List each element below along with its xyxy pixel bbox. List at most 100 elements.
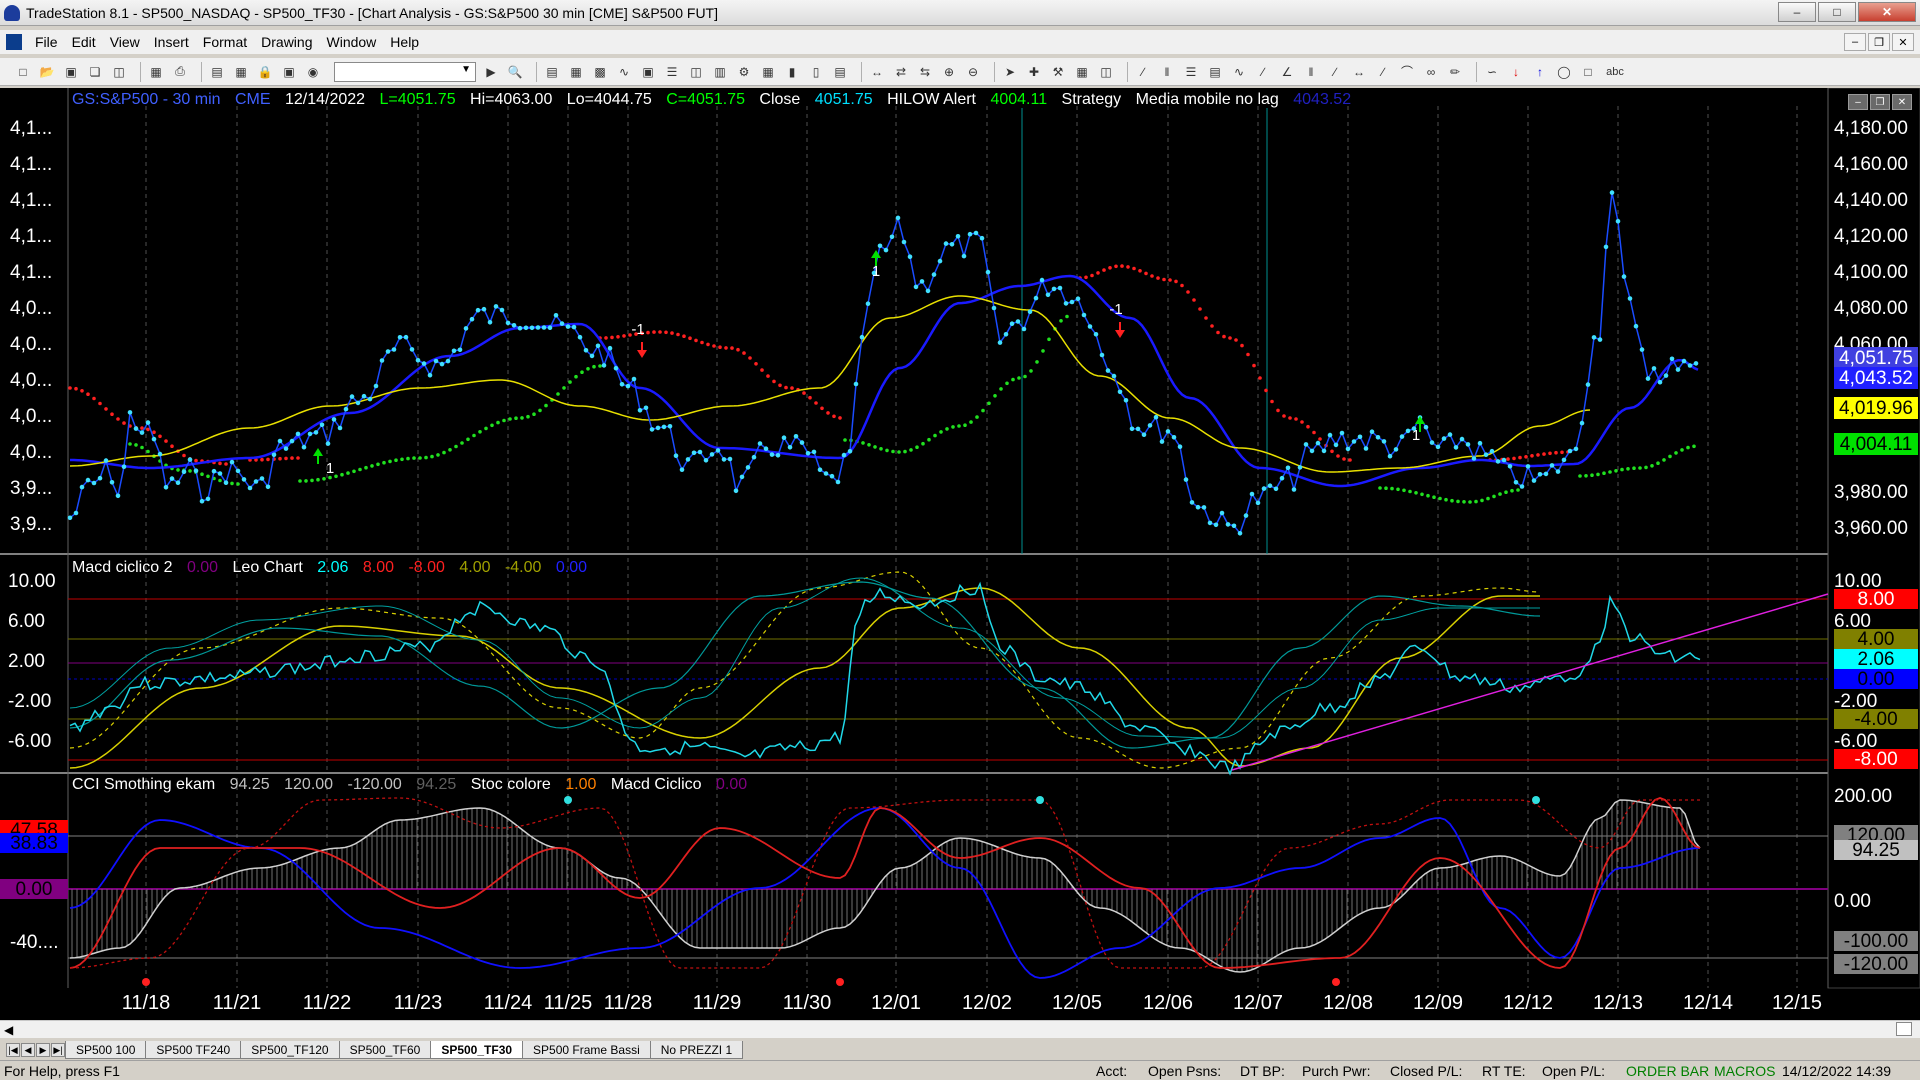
speed-lines-icon[interactable]: ∠: [1278, 63, 1296, 81]
chart-analysis-window[interactable]: 4,180.00 4,160.00 4,140.00 4,120.00 4,100.00…: [0, 88, 1920, 1020]
menu-view[interactable]: View: [103, 34, 147, 50]
open-workspace-icon[interactable]: ▣: [62, 63, 80, 81]
pointer-icon[interactable]: ➤: [1001, 63, 1019, 81]
horizontal-lines-icon[interactable]: ☰: [1182, 63, 1200, 81]
expand-bars-icon[interactable]: ⇆: [916, 63, 934, 81]
ellipse-icon[interactable]: ◯: [1555, 63, 1573, 81]
lock-icon[interactable]: 🔒: [256, 63, 274, 81]
mdi-minimize-button[interactable]: –: [1844, 33, 1866, 51]
sar-dot-green: [1029, 369, 1033, 373]
price-bar-dot: [1561, 457, 1567, 463]
arrow-up-blue-icon[interactable]: ↑: [1531, 63, 1549, 81]
vertical-lines-icon[interactable]: ‖: [1158, 63, 1176, 81]
open-icon[interactable]: 📂: [38, 63, 56, 81]
zoom-in-icon[interactable]: ⊕: [940, 63, 958, 81]
menu-edit[interactable]: Edit: [65, 34, 103, 50]
tab-sp500-100[interactable]: SP500 100: [65, 1041, 147, 1059]
menu-insert[interactable]: Insert: [147, 34, 196, 50]
portfolio-icon[interactable]: ▥: [711, 63, 729, 81]
format-icon[interactable]: ◫: [1097, 63, 1115, 81]
spiral-icon[interactable]: ∞: [1422, 63, 1440, 81]
chart-minimize-button[interactable]: –: [1848, 94, 1868, 110]
folder-icon[interactable]: ◫: [110, 63, 128, 81]
gann-icon[interactable]: ‖: [1302, 63, 1320, 81]
tab-prev-icon[interactable]: ◀: [21, 1043, 35, 1057]
fib-icon[interactable]: ∿: [1230, 63, 1248, 81]
mdi-restore-button[interactable]: ❐: [1868, 33, 1890, 51]
chart-icon[interactable]: ▤: [543, 63, 561, 81]
menu-format[interactable]: Format: [196, 34, 254, 50]
order-bar-button[interactable]: ORDER BAR: [1626, 1063, 1709, 1079]
trendline-icon[interactable]: ∕: [1134, 63, 1152, 81]
new-icon[interactable]: □: [14, 63, 32, 81]
chart-close-button[interactable]: ✕: [1892, 94, 1912, 110]
tools-icon[interactable]: ⚙: [735, 63, 753, 81]
play-icon[interactable]: ▶: [482, 63, 500, 81]
horizontal-scrollbar[interactable]: ◀: [0, 1020, 1920, 1038]
tab-first-icon[interactable]: |◀: [6, 1043, 20, 1057]
page-icon[interactable]: ▣: [280, 63, 298, 81]
macros-button[interactable]: MACROS: [1714, 1063, 1775, 1079]
chart-canvas[interactable]: 4,180.00 4,160.00 4,140.00 4,120.00 4,100.00…: [0, 88, 1920, 1020]
arc-icon[interactable]: ⌒: [1398, 63, 1416, 81]
pen-icon[interactable]: ✏: [1446, 63, 1464, 81]
tab-last-icon[interactable]: ▶|: [51, 1043, 65, 1057]
arrow-down-red-icon[interactable]: ↓: [1507, 63, 1525, 81]
insert-indicator-icon[interactable]: ▦: [1073, 63, 1091, 81]
chart-doc-icon[interactable]: [6, 34, 22, 50]
lookup-icon[interactable]: 🔍: [506, 63, 524, 81]
regression-icon[interactable]: ∕: [1326, 63, 1344, 81]
zoom-out-icon[interactable]: ⊖: [964, 63, 982, 81]
tab-sp500-tf60[interactable]: SP500_TF60: [338, 1041, 432, 1059]
minimize-button[interactable]: –: [1778, 2, 1816, 22]
tab-sp500-frame-bassi[interactable]: SP500 Frame Bassi: [522, 1041, 651, 1059]
window-icon[interactable]: ▤: [208, 63, 226, 81]
toolbar-separator: [140, 61, 141, 82]
menu-window[interactable]: Window: [320, 34, 384, 50]
scroll-thumb[interactable]: [1896, 1022, 1912, 1036]
chevron-down-icon[interactable]: ▼: [461, 64, 471, 75]
menu-help[interactable]: Help: [383, 34, 426, 50]
andrews-icon[interactable]: ∕: [1254, 63, 1272, 81]
tab-next-icon[interactable]: ▶: [36, 1043, 50, 1057]
maximize-button[interactable]: □: [1818, 2, 1856, 22]
tab-sp500-tf240[interactable]: SP500 TF240: [145, 1041, 242, 1059]
symbol-combo[interactable]: ▼: [334, 61, 476, 82]
copy-icon[interactable]: ❏: [86, 63, 104, 81]
chart-wave-icon[interactable]: ∿: [615, 63, 633, 81]
chart-restore-button[interactable]: ❐: [1870, 94, 1890, 110]
hammer-icon[interactable]: ⚒: [1049, 63, 1067, 81]
optionstation-icon[interactable]: ▣: [639, 63, 657, 81]
sar-dot-red: [1174, 279, 1178, 284]
price-bar-dot: [1123, 398, 1129, 403]
rectangle-icon[interactable]: □: [1579, 63, 1597, 81]
text-tool-icon[interactable]: abc: [1603, 63, 1627, 81]
news-icon[interactable]: ▦: [759, 63, 777, 81]
radar-icon[interactable]: ▦: [567, 63, 585, 81]
tab-no-prezzi-1[interactable]: No PREZZI 1: [649, 1041, 744, 1059]
parallel-icon[interactable]: ∕: [1374, 63, 1392, 81]
hotlist-icon[interactable]: ☰: [663, 63, 681, 81]
scroll-left-icon[interactable]: ◀: [4, 1023, 13, 1037]
save-icon[interactable]: ▦: [147, 63, 165, 81]
menu-drawing[interactable]: Drawing: [254, 34, 319, 50]
scanner-icon[interactable]: ◫: [687, 63, 705, 81]
close-button[interactable]: ✕: [1858, 2, 1916, 22]
compress-bars-icon[interactable]: ⇄: [892, 63, 910, 81]
data-icon[interactable]: ▤: [831, 63, 849, 81]
mdi-close-button[interactable]: ✕: [1892, 33, 1914, 51]
candles-icon[interactable]: ▯: [807, 63, 825, 81]
tab-sp500-tf30[interactable]: SP500_TF30: [430, 1041, 524, 1059]
crosshair-icon[interactable]: ✚: [1025, 63, 1043, 81]
tab-sp500-tf120[interactable]: SP500_TF120: [240, 1041, 340, 1059]
arrow-both-icon[interactable]: ↔: [1350, 63, 1368, 81]
print-icon[interactable]: ⎙: [171, 63, 189, 81]
globe-icon[interactable]: ◉: [304, 63, 322, 81]
bars-icon[interactable]: ▮: [783, 63, 801, 81]
channel-icon[interactable]: ▤: [1206, 63, 1224, 81]
window-tile-icon[interactable]: ▦: [232, 63, 250, 81]
menu-file[interactable]: File: [28, 34, 65, 50]
matrix-icon[interactable]: ▩: [591, 63, 609, 81]
zoom-bars-icon[interactable]: ↔: [868, 63, 886, 81]
freehand-icon[interactable]: ∽: [1483, 63, 1501, 81]
